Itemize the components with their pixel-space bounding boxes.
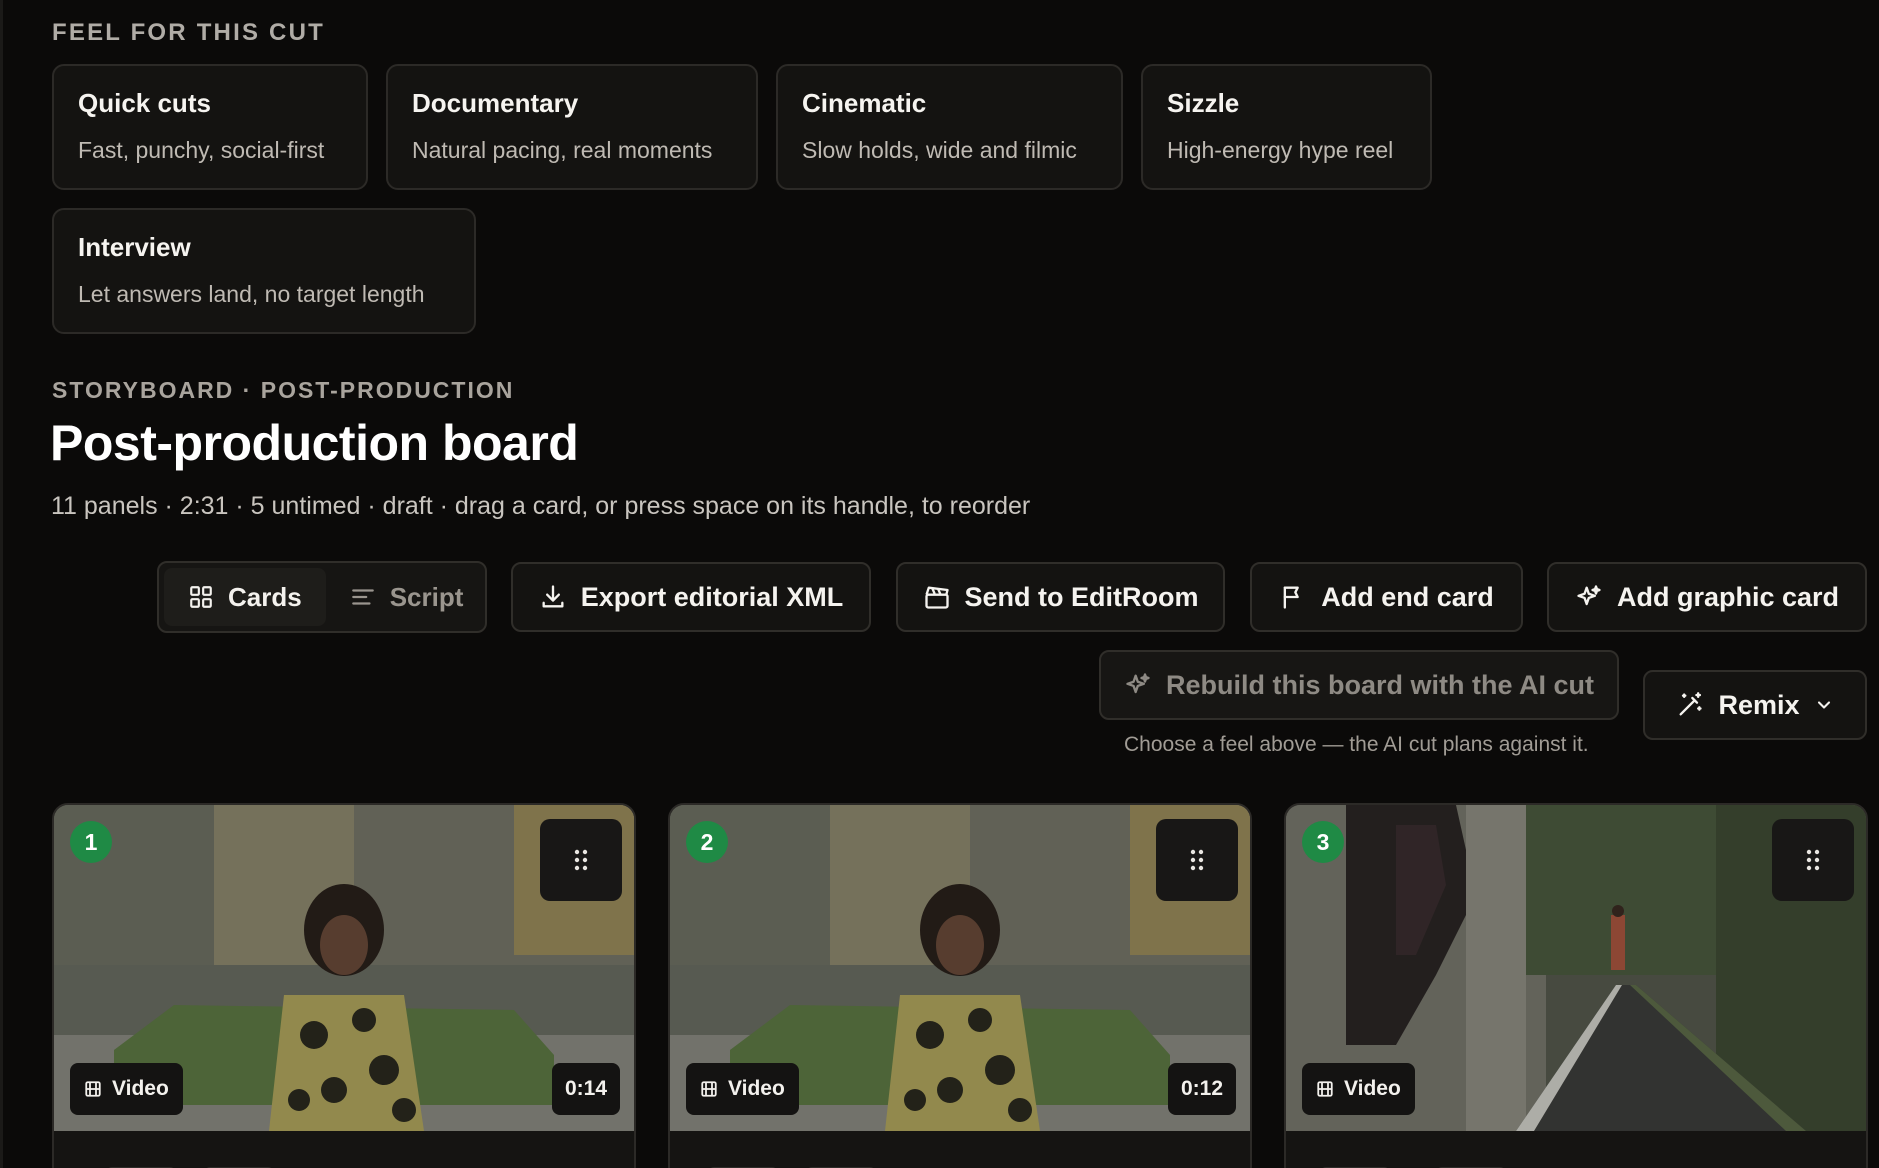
feel-section-label: FEEL FOR THIS CUT (52, 19, 325, 46)
lines-icon (351, 589, 374, 605)
film-icon (85, 1081, 101, 1097)
view-cards-label: Cards (228, 581, 302, 612)
film-icon (1317, 1081, 1333, 1097)
drag-handle[interactable] (1772, 819, 1854, 901)
flag-icon (1283, 586, 1300, 609)
panel-footer (670, 1131, 1250, 1168)
window-edge (0, 0, 3, 1168)
panel-number-badge: 1 (70, 821, 112, 863)
chevron-down-icon (1817, 701, 1830, 709)
panel-type-badge: Video (70, 1063, 183, 1115)
send-to-editroom-button[interactable]: Send to EditRoom (896, 562, 1225, 632)
view-cards-tab[interactable]: Cards (164, 568, 326, 626)
page-title: Post-production board (50, 415, 579, 471)
feel-option-title: Cinematic (802, 88, 927, 118)
view-toggle: Cards Script (157, 561, 487, 633)
storyboard-panel-1[interactable]: 1 Video 0:14 (52, 803, 636, 1168)
sparkles-icon (1577, 585, 1601, 606)
add-graphic-card-label: Add graphic card (1616, 581, 1840, 612)
feel-option-quick-cuts[interactable]: Quick cuts Fast, punchy, social-first (52, 64, 368, 190)
drag-handle-icon (1806, 849, 1820, 871)
rebuild-ai-label: Rebuild this board with the AI cut (1166, 669, 1594, 700)
panel-type-label: Video (112, 1077, 169, 1100)
drag-handle-icon (1190, 849, 1204, 871)
panel-number-badge: 2 (686, 821, 728, 863)
add-end-card-label: Add end card (1321, 581, 1494, 612)
feel-option-desc: Let answers land, no target length (78, 281, 425, 307)
feel-option-title: Documentary (412, 88, 579, 118)
feel-option-desc: Natural pacing, real moments (412, 137, 713, 163)
drag-handle[interactable] (540, 819, 622, 901)
panel-duration-badge: 0:12 (1167, 1063, 1236, 1115)
add-end-card-button[interactable]: Add end card (1250, 562, 1523, 632)
feel-option-cinematic[interactable]: Cinematic Slow holds, wide and filmic (776, 64, 1123, 190)
board-eyebrow: STORYBOARD · POST-PRODUCTION (52, 377, 515, 403)
feel-option-title: Quick cuts (78, 88, 211, 118)
feel-option-interview[interactable]: Interview Let answers land, no target le… (52, 208, 476, 334)
view-script-label: Script (389, 581, 464, 612)
download-icon (542, 585, 564, 608)
panel-type-badge: Video (686, 1063, 799, 1115)
remix-label: Remix (1718, 689, 1800, 720)
send-to-editroom-label: Send to EditRoom (964, 581, 1199, 612)
export-xml-label: Export editorial XML (580, 581, 844, 612)
storyboard-panel-2[interactable]: 2 Video 0:12 (668, 803, 1252, 1168)
panel-type-badge: Video (1302, 1063, 1415, 1115)
grid-icon (190, 586, 212, 608)
remix-dropdown-button[interactable]: Remix (1643, 670, 1867, 740)
board-summary: 11 panels · 2:31 · 5 untimed · draft · d… (51, 492, 1031, 520)
rebuild-hint: Choose a feel above — the AI cut plans a… (1124, 733, 1589, 756)
add-graphic-card-button[interactable]: Add graphic card (1547, 562, 1867, 632)
export-xml-button[interactable]: Export editorial XML (511, 562, 871, 632)
storyboard-panel-3[interactable]: 3 Video (1284, 803, 1868, 1168)
feel-option-title: Interview (78, 232, 191, 262)
feel-option-desc: High-energy hype reel (1167, 137, 1394, 163)
panel-footer (54, 1131, 634, 1168)
rebuild-ai-button[interactable]: Rebuild this board with the AI cut (1099, 650, 1619, 720)
magic-wand-icon (1679, 692, 1703, 716)
drag-handle-icon (574, 849, 588, 871)
panel-number-badge: 3 (1302, 821, 1344, 863)
film-icon (701, 1081, 717, 1097)
feel-option-title: Sizzle (1167, 88, 1240, 118)
feel-option-documentary[interactable]: Documentary Natural pacing, real moments (386, 64, 758, 190)
feel-option-desc: Fast, punchy, social-first (78, 137, 325, 163)
panel-type-label: Video (1344, 1077, 1401, 1100)
feel-option-sizzle[interactable]: Sizzle High-energy hype reel (1141, 64, 1432, 190)
sparkles-icon (1126, 673, 1150, 694)
panel-footer (1286, 1131, 1866, 1168)
feel-option-desc: Slow holds, wide and filmic (802, 137, 1077, 163)
drag-handle[interactable] (1156, 819, 1238, 901)
panel-type-label: Video (728, 1077, 785, 1100)
panel-duration-badge: 0:14 (551, 1063, 620, 1115)
clapperboard-icon (924, 586, 949, 609)
view-script-tab[interactable]: Script (326, 568, 488, 626)
